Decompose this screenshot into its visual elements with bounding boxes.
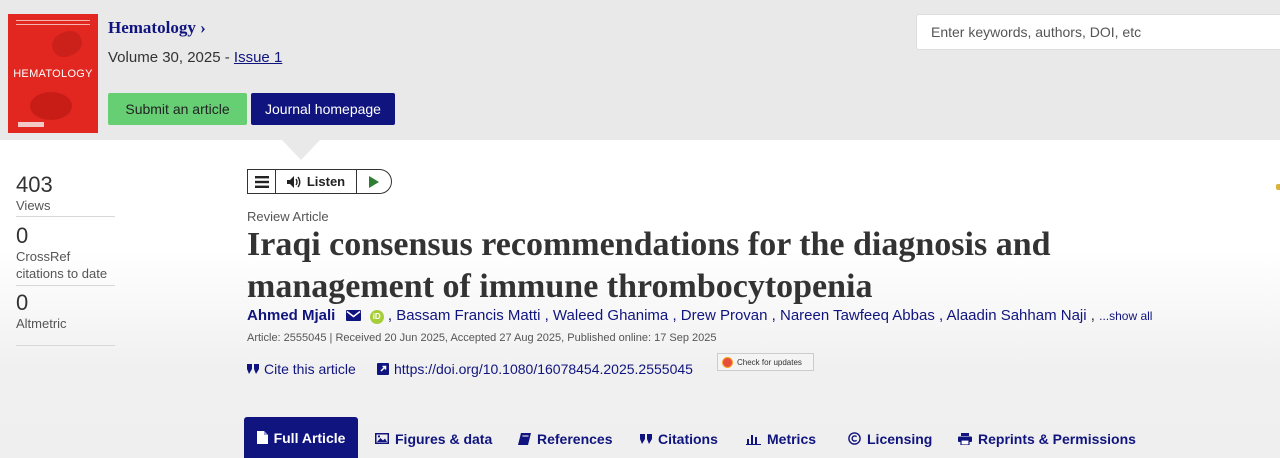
article-type: Review Article <box>247 209 329 224</box>
tab-label: Licensing <box>867 430 933 447</box>
crossref-label: CrossRef citations to date <box>16 249 108 281</box>
journal-title-link[interactable]: Hematology › <box>108 18 206 38</box>
views-count: 403 <box>16 172 53 197</box>
tab-full-article[interactable]: Full Article <box>244 417 358 458</box>
play-icon <box>369 175 379 188</box>
quote-icon <box>247 364 259 374</box>
altmetric-label: Altmetric <box>16 316 67 331</box>
tab-label: Full Article <box>273 429 346 446</box>
metric-altmetric[interactable]: 0 Altmetric <box>16 291 115 346</box>
chevron-right-icon: › <box>200 18 206 37</box>
tab-figures-data[interactable]: Figures & data <box>375 419 492 458</box>
metric-views[interactable]: 403 Views <box>16 173 115 217</box>
tab-label: Figures & data <box>395 430 493 447</box>
article-title: Iraqi consensus recommendations for the … <box>247 226 1051 305</box>
crossref-count: 0 <box>16 223 29 248</box>
cover-title: HEMATOLOGY <box>13 68 93 80</box>
speaker-icon <box>286 175 301 188</box>
issue-link[interactable]: Issue 1 <box>234 49 282 66</box>
author-separator: , <box>1090 307 1095 324</box>
search-input[interactable] <box>916 14 1280 50</box>
volume-text: Volume 30, 2025 - <box>108 49 234 66</box>
image-icon <box>375 433 389 444</box>
show-all-authors-link[interactable]: ...show all <box>1099 309 1152 323</box>
journal-cover-image[interactable]: HEMATOLOGY <box>8 14 98 133</box>
side-widget-edge <box>1276 184 1280 190</box>
menu-icon <box>254 175 269 188</box>
article-meta: Article: 2555045 | Received 20 Jun 2025,… <box>247 332 717 344</box>
check-updates-label: Check for updates <box>737 357 802 367</box>
author-link[interactable]: Ahmed Mjali <box>247 307 335 324</box>
author-link[interactable]: , Bassam Francis Matti <box>388 307 541 324</box>
envelope-icon[interactable] <box>345 310 361 321</box>
altmetric-count: 0 <box>16 290 29 315</box>
volume-issue: Volume 30, 2025 - Issue 1 <box>108 49 282 66</box>
tab-metrics[interactable]: Metrics <box>746 419 816 458</box>
bar-chart-icon <box>746 434 761 445</box>
orcid-icon[interactable]: iD <box>369 310 384 324</box>
tab-label: Reprints & Permissions <box>978 430 1136 447</box>
author-list: Ahmed Mjali iD , Bassam Francis Matti , … <box>247 307 1152 324</box>
player-menu-button[interactable] <box>248 170 276 193</box>
external-link-icon <box>377 363 389 375</box>
copyright-icon <box>848 432 861 445</box>
quote-icon <box>640 433 652 444</box>
tab-label: Citations <box>658 430 718 447</box>
cover-header-lines <box>16 20 90 25</box>
play-button[interactable] <box>357 170 391 193</box>
journal-homepage-button[interactable]: Journal homepage <box>251 93 395 125</box>
check-for-updates-button[interactable]: Check for updates <box>717 353 814 371</box>
author-link[interactable]: , Waleed Ghanima <box>545 307 669 324</box>
journal-name: Hematology <box>108 18 196 37</box>
crossmark-icon <box>722 356 733 368</box>
cover-artwork <box>30 92 72 120</box>
header-pointer <box>282 140 320 160</box>
doi-text: https://doi.org/10.1080/16078454.2025.25… <box>394 361 693 377</box>
cite-label: Cite this article <box>264 361 356 377</box>
document-icon <box>256 431 268 444</box>
cover-artwork <box>48 26 86 62</box>
author-link[interactable]: , Drew Provan <box>672 307 767 324</box>
tab-label: Metrics <box>767 430 817 447</box>
cover-publisher-logo <box>18 122 44 127</box>
tab-licensing[interactable]: Licensing <box>848 419 932 458</box>
tab-citations[interactable]: Citations <box>640 419 718 458</box>
submit-article-button[interactable]: Submit an article <box>108 93 247 125</box>
author-link[interactable]: , Nareen Tawfeeq Abbas <box>772 307 935 324</box>
tab-reprints-permissions[interactable]: Reprints & Permissions <box>958 419 1136 458</box>
tab-label: References <box>537 430 613 447</box>
author-link[interactable]: , Alaadin Sahham Naji <box>939 307 1087 324</box>
printer-icon <box>958 432 972 445</box>
cite-article-link[interactable]: Cite this article <box>247 361 356 377</box>
listen-player: Listen <box>247 169 392 194</box>
views-label: Views <box>16 198 51 213</box>
doi-link[interactable]: https://doi.org/10.1080/16078454.2025.25… <box>377 361 693 377</box>
book-icon <box>518 432 531 445</box>
metric-crossref[interactable]: 0 CrossRef citations to date <box>16 224 115 286</box>
listen-label: Listen <box>306 174 346 189</box>
listen-button[interactable]: Listen <box>276 170 357 193</box>
tab-references[interactable]: References <box>518 419 613 458</box>
